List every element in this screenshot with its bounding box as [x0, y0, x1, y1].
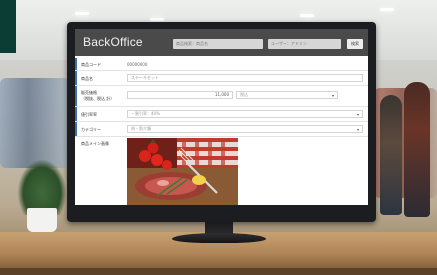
category-select[interactable]: 肉・魚介類 ▾ [127, 125, 363, 133]
chevron-down-icon: ▾ [331, 93, 334, 98]
ceiling-light [300, 14, 314, 17]
form-row-price: 販売価格 （税抜、税込 計） 11,000 税込 ▾ [75, 86, 368, 107]
product-main-image[interactable] [127, 138, 238, 205]
price-label: 販売価格 [81, 90, 97, 95]
store-sign [0, 0, 16, 53]
price-input[interactable]: 11,000 [127, 91, 233, 99]
form-row-category: カテゴリー 肉・魚介類 ▾ [75, 122, 368, 137]
ceiling-light [75, 12, 89, 15]
discount-select[interactable]: －割引率：40% ▾ [127, 110, 363, 118]
price-sublabel: （税抜、税込 計） [81, 96, 115, 101]
tomato [151, 154, 163, 166]
counter-edge [0, 268, 437, 275]
chevron-down-icon: ▾ [356, 127, 359, 132]
monitor-screen: BackOffice 商品検索：商品名 ユーザー：アドミン 検索 商品コード 0… [75, 29, 368, 205]
form-row-product-name: 商品名 ステーキセット [75, 71, 368, 86]
search-button[interactable]: 検索 [347, 39, 363, 49]
clothing-rack [0, 78, 70, 168]
category-label: カテゴリー [81, 127, 101, 132]
tomato [162, 160, 172, 170]
row-accent [75, 58, 77, 70]
row-accent [75, 71, 77, 85]
app-title: BackOffice [83, 35, 143, 49]
app-header: BackOffice 商品検索：商品名 ユーザー：アドミン 検索 [75, 29, 368, 56]
tax-select-value: 税込 [240, 92, 248, 97]
main-image-label: 商品メイン画像 [81, 141, 109, 146]
plant-pot [27, 208, 57, 232]
tomato [147, 142, 159, 154]
product-search-input[interactable]: 商品検索：商品名 [173, 39, 263, 49]
chevron-down-icon: ▾ [356, 112, 359, 117]
form-row-discount: 値引率率 －割引率：40% ▾ [75, 107, 368, 122]
product-name-input[interactable]: ステーキセット [127, 74, 363, 82]
lemon [192, 175, 206, 185]
ceiling-light [150, 18, 164, 21]
tax-select[interactable]: 税込 ▾ [236, 91, 338, 99]
ceiling-light [380, 8, 394, 11]
form-row-product-code: 商品コード 00000000 [75, 58, 368, 71]
monitor-base [172, 233, 266, 243]
discount-label: 値引率率 [81, 112, 97, 117]
monitor: BackOffice 商品検索：商品名 ユーザー：アドミン 検索 商品コード 0… [67, 22, 376, 222]
discount-value: －割引率：40% [131, 111, 160, 116]
steak-photo [127, 138, 238, 205]
product-code-value: 00000000 [127, 62, 148, 67]
product-name-label: 商品名 [81, 76, 93, 81]
price-value: 11,000 [215, 92, 229, 97]
mannequin [380, 95, 402, 215]
category-value: 肉・魚介類 [131, 126, 151, 131]
user-field[interactable]: ユーザー：アドミン [268, 39, 341, 49]
plant [18, 160, 66, 215]
product-code-label: 商品コード [81, 62, 101, 67]
mannequin [404, 82, 430, 217]
row-accent [75, 86, 77, 106]
row-accent [75, 107, 77, 121]
row-accent [75, 122, 77, 136]
